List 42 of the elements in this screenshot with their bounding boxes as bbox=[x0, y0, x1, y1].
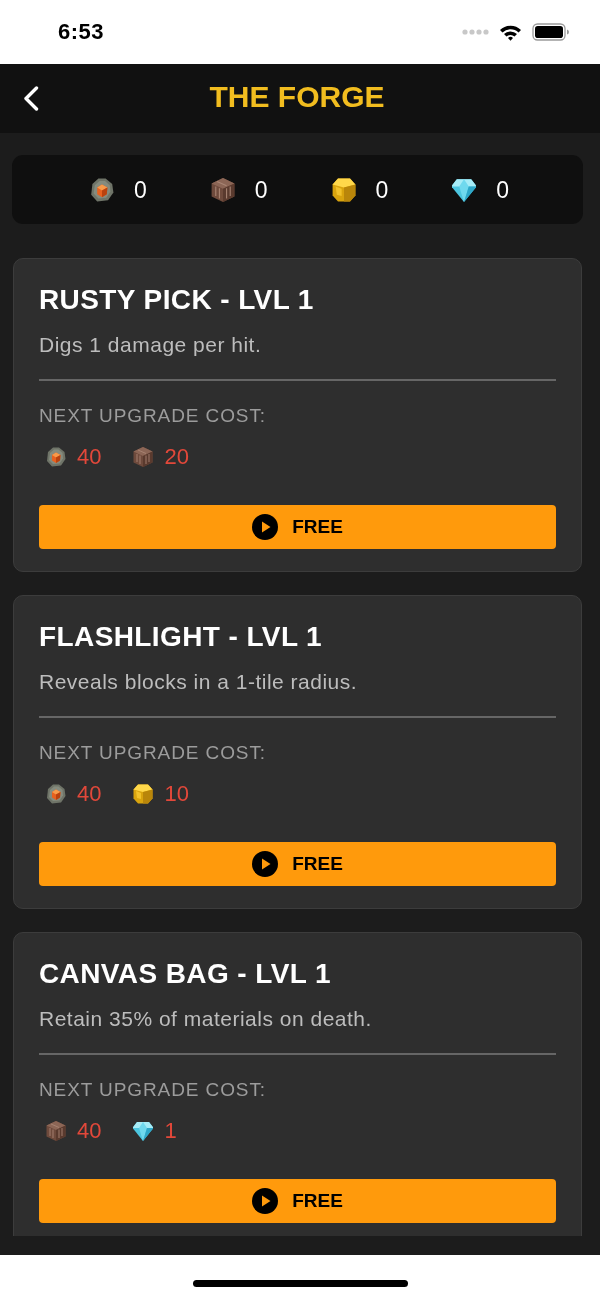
wifi-icon bbox=[499, 23, 522, 41]
chevron-left-icon bbox=[23, 86, 39, 111]
cost-label: NEXT UPGRADE COST: bbox=[39, 742, 267, 764]
upgrade-description: Retain 35% of materials on death. bbox=[39, 1007, 373, 1031]
block-icon bbox=[133, 447, 154, 467]
block-icon bbox=[46, 1121, 66, 1141]
resource-count: 0 bbox=[375, 176, 389, 203]
upgrade-description: Reveals blocks in a 1-tile radius. bbox=[39, 670, 359, 694]
status-time: 6:53 bbox=[58, 19, 105, 45]
ore-icon bbox=[46, 784, 66, 804]
gem-icon bbox=[133, 1121, 154, 1141]
resource-count: 0 bbox=[133, 176, 147, 203]
play-icon bbox=[252, 1188, 279, 1214]
play-icon bbox=[252, 851, 279, 877]
cost-amount: 20 bbox=[164, 444, 189, 470]
cost-label: NEXT UPGRADE COST: bbox=[39, 1079, 267, 1101]
resource-count: 0 bbox=[254, 176, 268, 203]
upgrade-title: FLASHLIGHT - LVL 1 bbox=[39, 621, 324, 653]
nugget-icon bbox=[331, 177, 356, 202]
nugget-icon bbox=[133, 784, 154, 804]
block-icon bbox=[210, 177, 235, 202]
cost-amount: 40 bbox=[77, 444, 102, 470]
cost-amount: 10 bbox=[164, 781, 189, 807]
ore-icon bbox=[46, 447, 66, 467]
back-button[interactable] bbox=[21, 85, 41, 112]
upgrade-title: CANVAS BAG - LVL 1 bbox=[39, 958, 332, 990]
signal-icon bbox=[462, 29, 489, 35]
resource-count: 0 bbox=[496, 176, 510, 203]
battery-icon bbox=[532, 23, 570, 41]
cost-amount: 40 bbox=[77, 781, 102, 807]
ore-icon bbox=[89, 177, 114, 202]
gem-icon bbox=[452, 177, 477, 202]
cost-amount: 40 bbox=[77, 1118, 102, 1144]
screen-title: THE FORGE bbox=[209, 79, 385, 115]
free-upgrade-button[interactable]: FREE bbox=[39, 1179, 556, 1223]
play-icon bbox=[252, 514, 279, 540]
free-upgrade-button[interactable]: FREE bbox=[39, 842, 556, 886]
free-upgrade-button[interactable]: FREE bbox=[39, 505, 556, 549]
upgrade-title: RUSTY PICK - LVL 1 bbox=[39, 284, 315, 316]
cost-label: NEXT UPGRADE COST: bbox=[39, 405, 267, 427]
upgrade-description: Digs 1 damage per hit. bbox=[39, 333, 263, 357]
cost-amount: 1 bbox=[164, 1118, 177, 1144]
